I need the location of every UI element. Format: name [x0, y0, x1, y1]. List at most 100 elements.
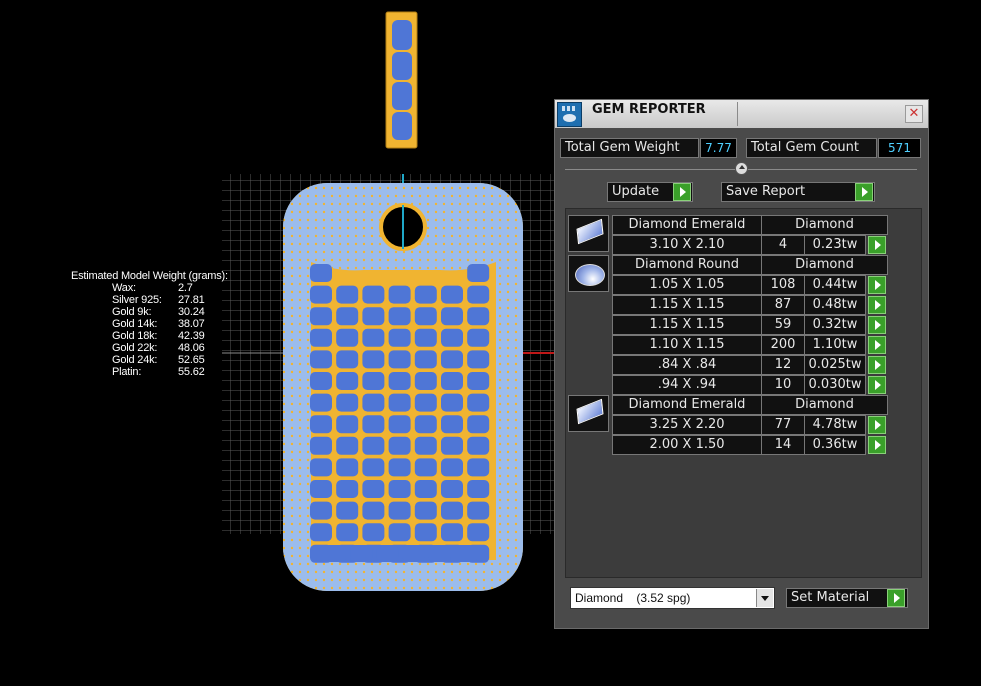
pendant-gem — [467, 415, 490, 434]
gem-weight-cell: 0.32tw — [804, 315, 866, 335]
weight-material-label: Platin: — [112, 366, 142, 378]
emerald-gem-icon — [568, 395, 609, 432]
pendant-gem — [467, 501, 490, 520]
set-material-button-label: Set Material — [791, 590, 870, 605]
gem-reporter-app-icon — [557, 102, 582, 127]
pendant-gem — [388, 393, 411, 412]
pendant-gem — [362, 523, 385, 542]
pendant-gem — [310, 393, 332, 412]
pendant-gem — [467, 285, 490, 304]
pendant-gem — [336, 523, 359, 542]
select-gems-go-icon[interactable] — [868, 336, 886, 354]
pendant-gem — [362, 393, 385, 412]
gem-size-cell: .94 X .94 — [612, 375, 762, 395]
pendant-gem — [336, 328, 359, 347]
pendant-gem — [310, 264, 332, 282]
pendant-gem — [362, 307, 385, 326]
select-gems-go-icon[interactable] — [868, 356, 886, 374]
save-report-go-icon[interactable] — [855, 183, 873, 201]
weight-row: Gold 22k: 48.06 — [71, 342, 228, 354]
weight-material-label: Gold 14k: — [112, 318, 158, 330]
gem-count-cell: 4 — [761, 235, 805, 255]
gem-weight-cell: 1.10tw — [804, 335, 866, 355]
pendant-gem — [441, 480, 463, 498]
weight-row: Gold 9k: 30.24 — [71, 306, 228, 318]
select-gems-go-icon[interactable] — [868, 416, 886, 434]
material-select[interactable]: Diamond (3.52 spg) — [570, 587, 775, 609]
gem-size-cell: 1.10 X 1.15 — [612, 335, 762, 355]
total-gem-count-label: Total Gem Count — [746, 138, 877, 158]
pendant-gem — [441, 372, 463, 390]
pendant-gem — [336, 436, 359, 455]
pendant-gem — [467, 436, 490, 455]
pendant-gem — [362, 372, 385, 390]
close-icon[interactable]: ✕ — [905, 105, 923, 123]
pendant-gem — [441, 393, 463, 412]
pendant-gem — [388, 501, 411, 520]
save-report-button[interactable]: Save Report — [721, 182, 875, 202]
pendant-gem — [388, 436, 411, 455]
set-material-button[interactable]: Set Material — [786, 588, 908, 608]
pendant-gem — [376, 545, 399, 562]
pendant-gem — [310, 458, 332, 477]
pendant-gem — [467, 458, 490, 477]
pendant-gem — [467, 328, 490, 347]
weight-row: Gold 18k: 42.39 — [71, 330, 228, 342]
pendant-gem — [414, 350, 437, 369]
update-button[interactable]: Update — [607, 182, 693, 202]
total-gem-count-value: 571 — [878, 138, 921, 158]
pendant-gem — [310, 328, 332, 347]
set-material-go-icon[interactable] — [887, 589, 905, 607]
select-gems-go-icon[interactable] — [868, 276, 886, 294]
select-gems-go-icon[interactable] — [868, 376, 886, 394]
select-gems-go-icon[interactable] — [868, 436, 886, 454]
emerald-gem-icon — [568, 215, 609, 252]
estimated-weight-title: Estimated Model Weight (grams): — [71, 270, 228, 282]
gem-count-cell: 87 — [761, 295, 805, 315]
material-select-value: Diamond (3.52 spg) — [575, 591, 691, 605]
gem-reporter-window: GEM REPORTER ✕ Total Gem Weight 7.77 Tot… — [554, 99, 929, 629]
weight-row: Wax: 2.7 — [71, 282, 228, 294]
collapse-toggle-icon[interactable] — [735, 162, 748, 175]
pendant-gem — [336, 350, 359, 369]
pendant-gem — [362, 501, 385, 520]
pendant-gem — [336, 415, 359, 434]
gem-size-cell: 2.00 X 1.50 — [612, 435, 762, 455]
chevron-down-icon[interactable] — [756, 589, 773, 607]
select-gems-go-icon[interactable] — [868, 316, 886, 334]
pendant-gem — [441, 523, 463, 542]
weight-material-label: Silver 925: — [112, 294, 162, 306]
weight-value: 38.07 — [178, 318, 205, 330]
gem-weight-cell: 0.030tw — [804, 375, 866, 395]
pendant-gem — [414, 415, 437, 434]
pendant-gem — [362, 285, 385, 304]
select-gems-go-icon[interactable] — [868, 236, 886, 254]
gem-group-material: Diamond — [761, 255, 888, 275]
pendant-gem — [310, 415, 332, 434]
pendant-gem — [336, 501, 359, 520]
update-go-icon[interactable] — [673, 183, 691, 201]
pendant-gem — [336, 480, 359, 498]
weight-material-label: Gold 22k: — [112, 342, 158, 354]
gem-group-name: Diamond Round — [612, 255, 762, 275]
select-gems-go-icon[interactable] — [868, 296, 886, 314]
gem-count-cell: 14 — [761, 435, 805, 455]
pendant-gem — [414, 307, 437, 326]
gem-list[interactable]: Diamond Emerald Diamond 3.10 X 2.10 4 0.23tw… — [565, 208, 922, 578]
gem-count-cell: 59 — [761, 315, 805, 335]
gem-group-material: Diamond — [761, 395, 888, 415]
pendant-gem — [467, 264, 490, 282]
pendant-gem — [362, 350, 385, 369]
pendant-gem — [388, 415, 411, 434]
pendant-gem — [414, 372, 437, 390]
weight-material-label: Gold 24k: — [112, 354, 158, 366]
gem-size-cell: 1.15 X 1.15 — [612, 315, 762, 335]
pendant-gem — [414, 458, 437, 477]
pendant-gem — [441, 458, 463, 477]
gem-reporter-titlebar[interactable]: GEM REPORTER ✕ — [555, 100, 928, 128]
pendant-gem — [414, 501, 437, 520]
pendant-gem — [388, 523, 411, 542]
total-gem-weight-value: 7.77 — [700, 138, 737, 158]
weight-material-label: Gold 9k: — [112, 306, 152, 318]
pendant-gem — [388, 285, 411, 304]
